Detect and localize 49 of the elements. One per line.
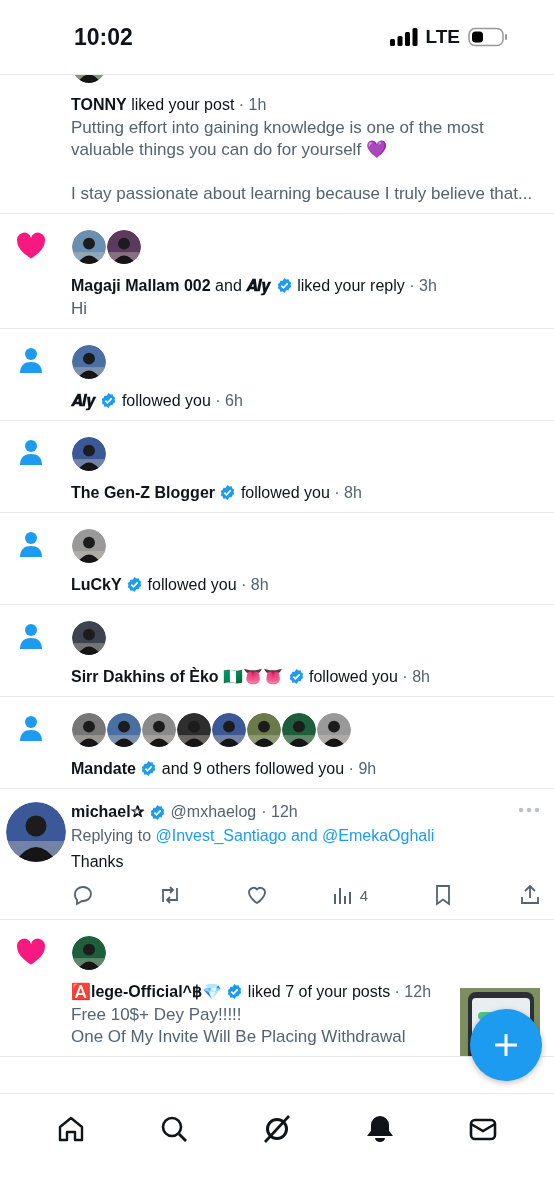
heart-icon [15,938,46,966]
person-icon [18,347,43,373]
signal-icon [389,28,418,46]
battery-icon [468,27,508,47]
action-text: and 9 others followed you [161,760,345,777]
action-text: liked your post [131,96,235,113]
person-icon [18,715,43,741]
notification-time: · 9h [348,760,377,777]
user-name[interactable]: LuCkY [71,576,122,593]
user-name[interactable]: 𝑨𝒍𝒚 [71,392,96,409]
user-name[interactable]: The Gen-Z Blogger [71,484,215,501]
notification-time: · 6h [215,392,243,409]
notification-time: · 8h [241,576,269,593]
action-text: followed you [308,668,398,685]
replying-label: Replying to [71,827,152,844]
reply-icon[interactable] [71,883,95,907]
user-name[interactable]: Magaji Mallam 002 [71,277,211,294]
heart-icon [15,232,46,260]
joiner-text: and [215,277,242,294]
action-text: followed you [121,392,211,409]
author-handle: @mxhaelog [170,802,257,822]
action-text: liked 7 of your posts [247,983,391,1000]
network-label: LTE [425,26,460,48]
user-name[interactable]: TONNY [71,96,127,113]
person-icon [18,531,43,557]
user-name[interactable]: 𝑨𝒍𝒚 [246,277,272,294]
user-name[interactable]: Sirr Dakhins of Èko 🇳🇬👅👅 [71,668,284,685]
person-icon [18,623,43,649]
compose-button[interactable] [470,1009,542,1081]
post-text: Free 10$+ Dey Pay!!!!! One Of My Invite Will Be Placing Withdrawal [71,1004,407,1048]
person-icon [18,439,43,465]
notification-time: · 8h [402,668,430,685]
action-text: followed you [147,576,237,593]
reply-text: Thanks [71,852,125,872]
post-time: · 12h [261,802,298,822]
notification-time: · 3h [409,277,437,294]
notification-time: · 8h [334,484,362,501]
action-text: followed you [240,484,330,501]
author-name[interactable]: michael✰ [71,801,144,823]
notification-time: · 1h [238,96,267,113]
post-text: Hi [71,298,89,320]
user-name[interactable]: Mandate [71,760,136,777]
view-count: 4 [359,886,369,904]
user-name[interactable]: 🅰lege-Official^฿💎 [71,983,222,1000]
post-text: Putting effort into gaining knowledge is one of the most valuable things you can do for yourself 💜 I stay passionate about learning because I truly believe that... [71,117,534,205]
plus-icon [492,1031,520,1059]
status-time: 10:02 [74,23,133,51]
notification-time: · 12h [394,983,432,1000]
action-text: liked your reply [297,277,405,294]
